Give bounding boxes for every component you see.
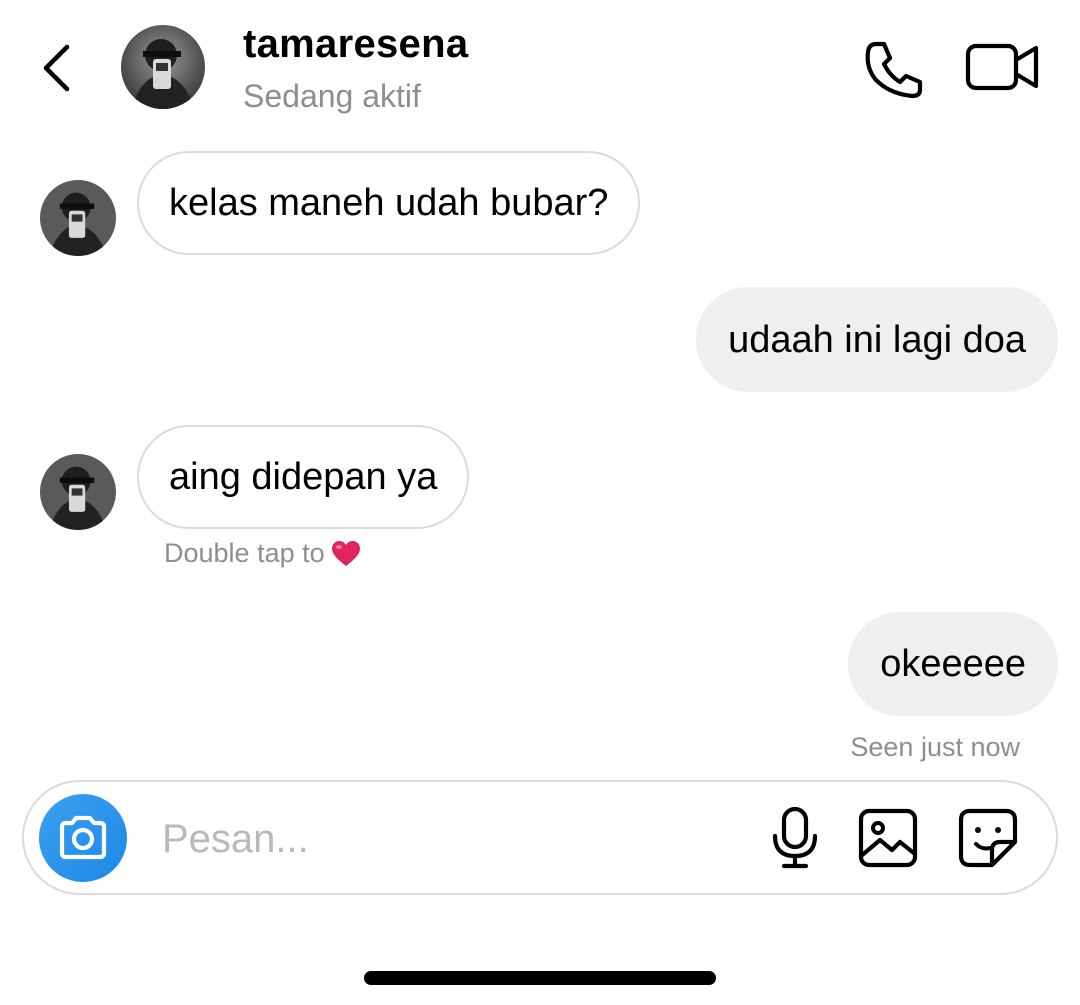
message-bubble-incoming[interactable]: aing didepan ya: [137, 425, 470, 529]
avatar-photo: [40, 454, 116, 530]
hint-text: Double tap to: [164, 538, 325, 568]
gallery-button[interactable]: [858, 808, 918, 868]
sticker-icon: [958, 808, 1018, 868]
microphone-icon: [772, 806, 818, 869]
seen-status: Seen just now: [850, 732, 1020, 762]
contact-avatar[interactable]: [121, 25, 205, 109]
avatar-photo: [40, 180, 116, 256]
message-bubble-incoming[interactable]: kelas maneh udah bubar?: [137, 151, 641, 255]
message-text: udaah ini lagi doa: [728, 318, 1026, 361]
chevron-left-icon: [43, 44, 70, 92]
message-input[interactable]: [162, 810, 722, 868]
message-text: kelas maneh udah bubar?: [169, 182, 609, 224]
message-text: aing didepan ya: [169, 456, 438, 498]
double-tap-hint: Double tap to: [164, 538, 361, 569]
video-call-button[interactable]: [964, 40, 1040, 94]
camera-icon: [59, 815, 107, 860]
home-indicator[interactable]: [364, 971, 716, 985]
heart-icon: [331, 540, 360, 566]
video-camera-icon: [965, 43, 1039, 91]
message-text: okeeeee: [880, 643, 1026, 685]
avatar-photo: [121, 25, 205, 109]
sender-avatar[interactable]: [40, 454, 116, 530]
chat-screen: tamaresena Sedang aktif kelas maneh udah…: [0, 0, 1080, 1005]
contact-name[interactable]: tamaresena: [243, 22, 468, 67]
back-button[interactable]: [34, 40, 78, 96]
sticker-button[interactable]: [958, 808, 1018, 868]
camera-button[interactable]: [39, 794, 127, 882]
sender-avatar[interactable]: [40, 180, 116, 256]
voice-message-button[interactable]: [770, 806, 820, 870]
message-bubble-outgoing[interactable]: udaah ini lagi doa: [696, 287, 1058, 392]
image-icon: [858, 808, 918, 868]
phone-icon: [865, 41, 923, 99]
active-status: Sedang aktif: [243, 78, 421, 114]
voice-call-button[interactable]: [862, 38, 926, 100]
message-bubble-outgoing[interactable]: okeeeee: [848, 612, 1058, 716]
